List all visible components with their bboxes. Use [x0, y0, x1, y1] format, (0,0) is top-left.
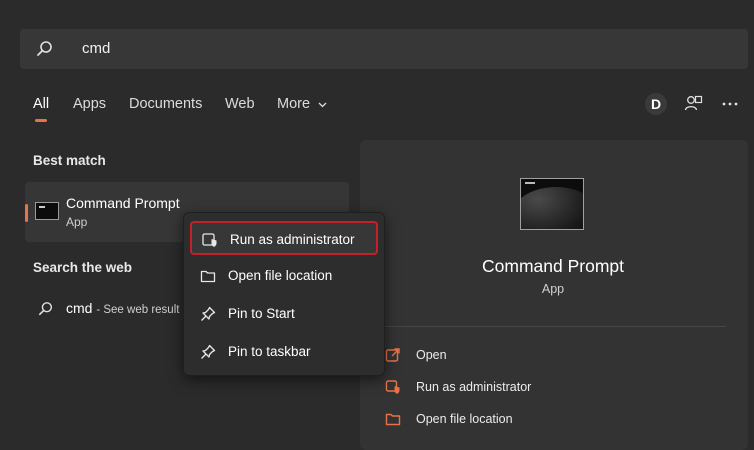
pin-icon: [201, 306, 216, 321]
details-title: Command Prompt: [482, 256, 624, 276]
folder-icon: [385, 413, 401, 426]
shield-icon: [385, 380, 400, 394]
menu-item-run-as-administrator[interactable]: Run as administrator: [190, 221, 378, 255]
best-match-subtitle: App: [66, 215, 88, 229]
details-action-label: Run as administrator: [416, 380, 532, 394]
search-box[interactable]: cmd: [20, 29, 748, 70]
share-icon[interactable]: [683, 94, 703, 114]
open-external-icon: [385, 348, 400, 362]
tab-documents[interactable]: Documents: [129, 96, 202, 112]
search-input[interactable]: cmd: [82, 40, 110, 57]
menu-item-pin-to-taskbar[interactable]: Pin to taskbar: [190, 335, 378, 369]
details-action-open-file-location[interactable]: Open file location: [385, 409, 685, 431]
web-query-text: cmd: [66, 300, 93, 316]
web-search-result[interactable]: cmd - See web result: [30, 296, 190, 320]
menu-item-label: Pin to Start: [228, 306, 295, 321]
tab-web[interactable]: Web: [225, 96, 255, 112]
web-query-suffix: - See web result: [96, 304, 180, 316]
details-panel: Command Prompt App Open Run as administr…: [360, 140, 748, 450]
details-action-label: Open file location: [416, 412, 513, 426]
search-icon: [37, 41, 52, 56]
search-icon: [38, 302, 53, 316]
best-match-title: Command Prompt: [66, 195, 180, 211]
tab-more[interactable]: More: [277, 96, 327, 112]
menu-item-label: Open file location: [228, 268, 333, 283]
details-action-run-as-admin[interactable]: Run as administrator: [385, 377, 685, 399]
tab-more-label: More: [277, 96, 311, 112]
active-tab-indicator: [35, 119, 47, 122]
web-query: cmd - See web result: [66, 300, 179, 316]
avatar[interactable]: D: [645, 93, 667, 115]
selection-indicator: [25, 204, 28, 222]
menu-item-open-file-location[interactable]: Open file location: [190, 259, 378, 293]
shield-icon: [202, 233, 217, 247]
context-menu: Run as administrator Open file location …: [183, 212, 385, 376]
search-web-heading: Search the web: [33, 260, 133, 275]
details-action-open[interactable]: Open: [385, 345, 685, 367]
folder-icon: [200, 270, 216, 283]
tab-all[interactable]: All: [33, 96, 49, 112]
details-subtitle: App: [541, 282, 565, 296]
best-match-heading: Best match: [33, 153, 106, 168]
chevron-down-icon: [318, 102, 327, 108]
tab-apps[interactable]: Apps: [73, 96, 106, 112]
command-prompt-large-icon: [520, 178, 584, 230]
pin-icon: [201, 344, 216, 359]
menu-item-label: Run as administrator: [230, 232, 355, 247]
divider: [382, 326, 726, 327]
command-prompt-icon: [35, 202, 59, 220]
menu-item-pin-to-start[interactable]: Pin to Start: [190, 297, 378, 331]
filter-tabs: All Apps Documents Web More: [0, 93, 754, 123]
more-options-icon[interactable]: [720, 94, 740, 114]
details-action-label: Open: [416, 348, 447, 362]
menu-item-label: Pin to taskbar: [228, 344, 311, 359]
